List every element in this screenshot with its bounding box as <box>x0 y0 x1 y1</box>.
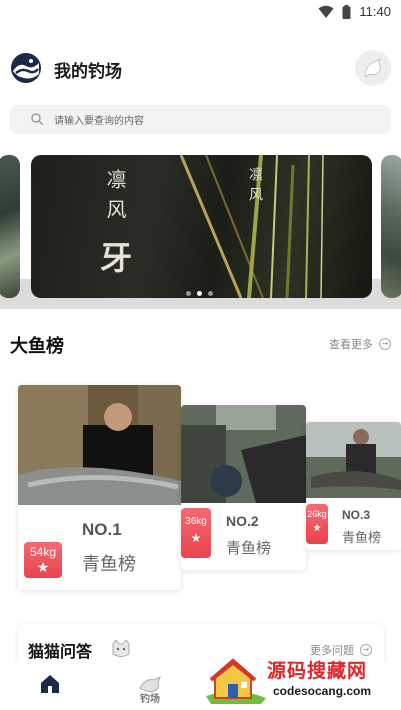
wifi-icon <box>318 5 334 18</box>
header: 我的钓场 <box>0 48 401 88</box>
rank-card-1[interactable]: 54kg ★ NO.1 青鱼榜 <box>18 385 181 590</box>
status-bar: 11:40 <box>0 0 401 26</box>
rank-photo-3 <box>306 422 401 498</box>
weight-value-1: 54kg <box>29 545 57 559</box>
battery-icon <box>342 4 351 19</box>
carousel-slide-prev[interactable] <box>0 155 20 298</box>
carousel-dots <box>186 291 213 296</box>
rank-photo-1 <box>18 385 181 505</box>
tab-fishing-spot-label: 钓场 <box>140 694 160 705</box>
banner-calligraphy-right: 凛风 <box>247 167 263 207</box>
star-icon: ★ <box>190 531 202 545</box>
watermark-text: 源码搜藏网 <box>267 660 368 682</box>
fishing-rods-graphic <box>179 155 324 298</box>
wave-fish-logo <box>11 53 41 83</box>
watermark: 源码搜藏网 codesocang.com <box>201 656 397 706</box>
weight-badge-3: 26kg ★ <box>306 504 328 544</box>
rank-number-3: NO.3 <box>342 508 371 522</box>
avatar-button[interactable] <box>355 50 391 86</box>
weight-badge-2: 36kg ★ <box>181 508 211 558</box>
carousel-slide-main[interactable]: 凛风 牙 凛风 <box>31 155 372 298</box>
rank-card-3[interactable]: 26kg ★ NO.3 青鱼榜 <box>306 422 401 550</box>
carousel-slide-next[interactable] <box>381 155 401 298</box>
weight-badge-1: 54kg ★ <box>24 542 62 578</box>
carousel-dot[interactable] <box>186 291 191 296</box>
qa-title: 猫猫问答 <box>28 642 93 661</box>
search-bar[interactable]: 请输入要查询的内容 <box>10 105 391 134</box>
tab-home[interactable] <box>38 672 62 696</box>
rank-name-2: 青鱼榜 <box>226 539 272 557</box>
big-fish-more-label: 查看更多 <box>329 338 373 351</box>
big-fish-header: 大鱼榜 查看更多 → <box>10 332 391 358</box>
cat-icon <box>112 639 130 657</box>
arrow-right-icon: → <box>360 644 372 656</box>
big-fish-more-link[interactable]: 查看更多 → <box>329 336 391 352</box>
status-time: 11:40 <box>359 4 391 19</box>
carousel-dot-active[interactable] <box>197 291 202 296</box>
rank-number-1: NO.1 <box>82 520 122 539</box>
rank-card-2[interactable]: 36kg ★ NO.2 青鱼榜 <box>181 405 306 570</box>
star-icon: ★ <box>36 560 50 576</box>
rank-name-1: 青鱼榜 <box>82 554 136 575</box>
home-icon <box>41 675 59 693</box>
search-icon <box>31 113 43 125</box>
weight-value-2: 36kg <box>185 516 207 527</box>
star-icon: ★ <box>312 523 322 534</box>
arrow-right-icon: → <box>379 338 391 350</box>
tab-fishing-spot[interactable]: 钓场 <box>136 672 164 705</box>
search-placeholder: 请输入要查询的内容 <box>54 116 144 127</box>
rank-name-3: 青鱼榜 <box>342 531 382 546</box>
house-logo-icon <box>206 658 266 704</box>
page-title: 我的钓场 <box>54 62 122 82</box>
carousel-dot[interactable] <box>208 291 213 296</box>
fish-avatar-icon <box>364 58 381 78</box>
rank-number-2: NO.2 <box>226 513 259 529</box>
rank-photo-2 <box>181 405 306 503</box>
weight-value-3: 26kg <box>307 509 327 519</box>
watermark-sub: codesocang.com <box>273 684 372 698</box>
